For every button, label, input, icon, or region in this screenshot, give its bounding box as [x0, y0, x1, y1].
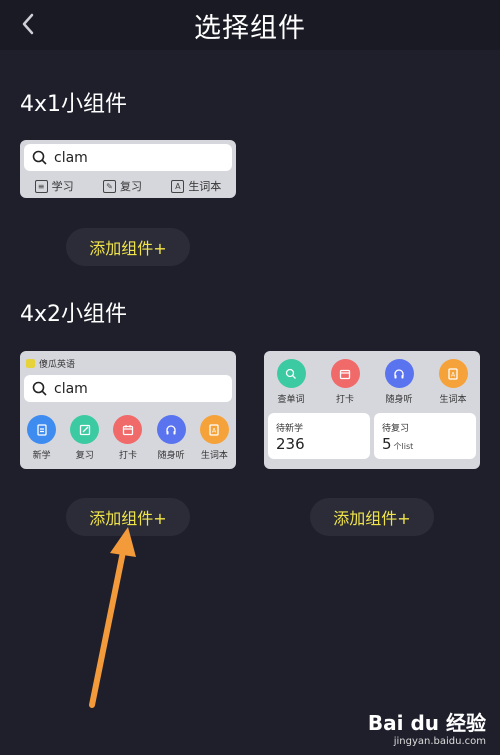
tab-vocab[interactable]: A 生词本: [171, 178, 221, 194]
tab-study[interactable]: ≡ 学习: [34, 178, 74, 194]
shortcut-label: 新学: [32, 451, 51, 461]
tab-review[interactable]: ✎ 复习: [102, 178, 142, 194]
shortcut-listen[interactable]: 随身听: [384, 359, 414, 405]
page-title: 选择组件: [194, 13, 306, 44]
headphones-icon: [156, 415, 186, 444]
notebook-icon: A: [171, 179, 185, 193]
section-title-4x1: 4x1小组件: [20, 92, 128, 117]
shortcut-row: 查单词 打卡 随身听 A 生词本: [264, 359, 480, 405]
shortcut-label: 生词本: [200, 451, 228, 461]
widget-preview-4x2-a[interactable]: 傻瓜英语 clam 新学 复习 打卡 随身听 A 生词本: [20, 351, 236, 469]
brand-row: 傻瓜英语: [26, 357, 75, 370]
shortcut-label: 随身听: [385, 395, 413, 405]
shortcut-checkin[interactable]: 打卡: [330, 359, 360, 405]
shortcut-label: 打卡: [118, 451, 137, 461]
notebook-icon: A: [199, 415, 229, 444]
shortcut-vocab[interactable]: A 生词本: [199, 415, 229, 461]
app-logo-icon: [26, 359, 35, 368]
shortcut-label: 查单词: [277, 395, 305, 405]
edit-icon: ✎: [102, 179, 116, 193]
doc-icon: [27, 415, 57, 444]
brand-name: 傻瓜英语: [39, 360, 76, 370]
search-text: clam: [54, 149, 88, 166]
shortcut-checkin[interactable]: 打卡: [113, 415, 143, 461]
shortcut-row: 新学 复习 打卡 随身听 A 生词本: [20, 415, 236, 461]
tab-row: ≡ 学习 ✎ 复习 A 生词本: [20, 178, 236, 194]
shortcut-label: 随身听: [157, 451, 185, 461]
widget-preview-4x1[interactable]: clam ≡ 学习 ✎ 复习 A 生词本: [20, 140, 236, 198]
search-box: clam: [24, 144, 232, 171]
search-box: clam: [24, 375, 232, 402]
shortcut-review[interactable]: 复习: [70, 415, 100, 461]
search-icon: [32, 150, 47, 165]
stat-review-words[interactable]: 待复习 5 个list: [374, 413, 476, 459]
stat-value: 5 个list: [382, 435, 414, 453]
shortcut-label: 生词本: [439, 395, 467, 405]
top-bar: 选择组件: [0, 0, 500, 50]
calendar-icon: [330, 359, 360, 388]
notebook-icon: A: [438, 359, 468, 388]
stat-label: 待新学: [276, 424, 304, 434]
tab-label: 学习: [51, 180, 74, 193]
shortcut-lookup[interactable]: 查单词: [276, 359, 306, 405]
tab-label: 复习: [119, 180, 142, 193]
list-icon: ≡: [34, 179, 48, 193]
tab-label: 生词本: [188, 180, 222, 193]
headphones-icon: [384, 359, 414, 388]
add-widget-4x1-button[interactable]: 添加组件+: [66, 228, 190, 266]
stat-new-words[interactable]: 待新学 236: [268, 413, 370, 459]
svg-text:A: A: [212, 427, 217, 434]
widget-preview-4x2-b[interactable]: 查单词 打卡 随身听 A 生词本 待新学 236 待复习 5 个list: [264, 351, 480, 469]
search-icon: [276, 359, 306, 388]
stat-label: 待复习: [382, 424, 410, 434]
edit-icon: [70, 415, 100, 444]
watermark: Bai du 经验 jingyan.baidu.com: [368, 707, 486, 747]
search-icon: [32, 381, 47, 396]
calendar-icon: [113, 415, 143, 444]
annotation-arrow: [89, 527, 136, 708]
svg-text:A: A: [451, 371, 456, 378]
shortcut-new[interactable]: 新学: [27, 415, 57, 461]
shortcut-vocab[interactable]: A 生词本: [438, 359, 468, 405]
shortcut-label: 复习: [75, 451, 94, 461]
stat-value: 236: [276, 435, 305, 453]
search-text: clam: [54, 380, 88, 397]
section-title-4x2: 4x2小组件: [20, 302, 128, 327]
watermark-url: jingyan.baidu.com: [393, 736, 486, 747]
baidu-logo: Bai du 经验: [367, 711, 486, 735]
add-widget-4x2-b-button[interactable]: 添加组件+: [310, 498, 434, 536]
shortcut-listen[interactable]: 随身听: [156, 415, 186, 461]
shortcut-label: 打卡: [335, 395, 354, 405]
